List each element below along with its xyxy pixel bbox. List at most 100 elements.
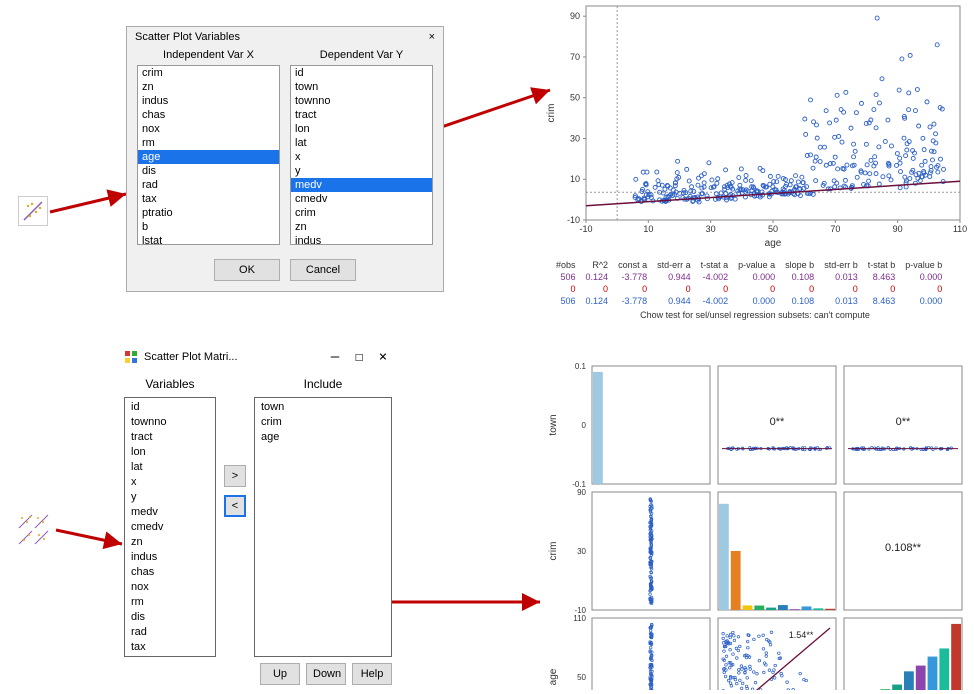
svg-text:-10: -10	[567, 215, 580, 225]
list-item[interactable]: zn	[291, 220, 432, 234]
list-item[interactable]: indus	[138, 94, 279, 108]
svg-text:50: 50	[570, 93, 580, 103]
ok-button[interactable]: OK	[214, 259, 280, 281]
svg-text:50: 50	[577, 673, 586, 682]
list-item[interactable]: indus	[131, 550, 209, 565]
list-item[interactable]: crim	[138, 66, 279, 80]
list-item[interactable]: nox	[138, 122, 279, 136]
dialog-title: Scatter Plot Variables	[135, 31, 240, 43]
list-item[interactable]: medv	[131, 505, 209, 520]
list-item[interactable]: lon	[291, 122, 432, 136]
list-item[interactable]: cmedv	[291, 192, 432, 206]
svg-text:0**: 0**	[896, 416, 911, 428]
independent-var-label: Independent Var X	[137, 47, 280, 65]
scatter-tool-icon[interactable]	[18, 196, 48, 226]
svg-text:90: 90	[577, 488, 586, 497]
list-item[interactable]: townno	[131, 415, 209, 430]
include-listbox[interactable]: towncrimage	[254, 397, 392, 657]
regression-stats-table: #obsR^2const astd-err at-stat ap-value a…	[550, 258, 948, 308]
list-item[interactable]: y	[131, 490, 209, 505]
list-item[interactable]: lat	[131, 460, 209, 475]
list-item[interactable]: tax	[131, 640, 209, 655]
list-item[interactable]: x	[131, 475, 209, 490]
arrow-icon	[380, 582, 550, 622]
arrow-icon	[46, 186, 136, 226]
independent-var-listbox[interactable]: crimzninduschasnoxrmagedisradtaxptratiob…	[137, 65, 280, 245]
chow-test-note: Chow test for sel/unsel regression subse…	[540, 310, 970, 320]
list-item[interactable]: age	[138, 150, 279, 164]
scatter-matrix-tool-icon[interactable]	[18, 514, 50, 546]
move-right-button[interactable]: >	[224, 465, 246, 487]
list-item[interactable]: ptratio	[131, 655, 209, 657]
list-item[interactable]: chas	[138, 108, 279, 122]
up-button[interactable]: Up	[260, 663, 300, 685]
cancel-button[interactable]: Cancel	[290, 259, 356, 281]
list-item[interactable]: cmedv	[131, 520, 209, 535]
svg-text:age: age	[765, 238, 782, 249]
minimize-icon[interactable]: —	[326, 349, 344, 365]
svg-text:110: 110	[953, 224, 967, 234]
svg-text:70: 70	[570, 52, 580, 62]
down-button[interactable]: Down	[306, 663, 346, 685]
list-item[interactable]: b	[138, 220, 279, 234]
list-item[interactable]: tax	[138, 192, 279, 206]
list-item[interactable]: lat	[291, 136, 432, 150]
list-item[interactable]: lstat	[138, 234, 279, 245]
svg-text:30: 30	[577, 547, 586, 556]
list-item[interactable]: crim	[261, 415, 385, 430]
svg-text:age: age	[548, 668, 559, 685]
list-item[interactable]: dis	[138, 164, 279, 178]
svg-text:1.54**: 1.54**	[789, 630, 814, 640]
svg-text:0**: 0**	[770, 416, 785, 428]
list-item[interactable]: y	[291, 164, 432, 178]
close-icon[interactable]: ×	[429, 31, 435, 43]
list-item[interactable]: tract	[291, 108, 432, 122]
svg-text:crim: crim	[548, 542, 559, 561]
svg-text:-10: -10	[579, 224, 592, 234]
list-item[interactable]: rm	[138, 136, 279, 150]
dialog-title: Scatter Plot Matri...	[144, 351, 238, 363]
scatter-plot-variables-dialog: Scatter Plot Variables × Independent Var…	[126, 26, 444, 292]
list-item[interactable]: dis	[131, 610, 209, 625]
scatter-plot-matrix-dialog: Scatter Plot Matri... — ☐ × Variables id…	[118, 345, 398, 691]
list-item[interactable]: x	[291, 150, 432, 164]
variables-listbox[interactable]: idtownnotractlonlatxymedvcmedvzninduscha…	[124, 397, 216, 657]
list-item[interactable]: town	[291, 80, 432, 94]
list-item[interactable]: rad	[131, 625, 209, 640]
list-item[interactable]: crim	[291, 206, 432, 220]
scatter-plot-matrix: 0**0**town-0.100.10.108**crim-1030901.54…	[540, 360, 970, 690]
list-item[interactable]: zn	[138, 80, 279, 94]
svg-text:90: 90	[570, 11, 580, 21]
svg-text:0: 0	[582, 421, 587, 430]
list-item[interactable]: nox	[131, 580, 209, 595]
dependent-var-listbox[interactable]: idtowntownnotractlonlatxymedvcmedvcrimzn…	[290, 65, 433, 245]
include-label: Include	[254, 375, 392, 397]
help-button[interactable]: Help	[352, 663, 392, 685]
svg-text:110: 110	[573, 614, 586, 623]
svg-text:10: 10	[643, 224, 653, 234]
list-item[interactable]: lon	[131, 445, 209, 460]
svg-text:0.1: 0.1	[575, 362, 587, 371]
list-item[interactable]: rad	[138, 178, 279, 192]
svg-text:50: 50	[768, 224, 778, 234]
list-item[interactable]: rm	[131, 595, 209, 610]
svg-text:crim: crim	[546, 104, 557, 123]
close-icon[interactable]: ×	[374, 349, 392, 365]
list-item[interactable]: indus	[291, 234, 432, 245]
list-item[interactable]: townno	[291, 94, 432, 108]
list-item[interactable]: tract	[131, 430, 209, 445]
scatter-plot-crim-vs-age: -101030507090110-101030507090agecrim #ob…	[540, 0, 970, 340]
list-item[interactable]: age	[261, 430, 385, 445]
svg-text:town: town	[548, 414, 559, 435]
list-item[interactable]: medv	[291, 178, 432, 192]
svg-text:30: 30	[570, 133, 580, 143]
list-item[interactable]: zn	[131, 535, 209, 550]
list-item[interactable]: ptratio	[138, 206, 279, 220]
list-item[interactable]: id	[291, 66, 432, 80]
list-item[interactable]: chas	[131, 565, 209, 580]
list-item[interactable]: town	[261, 400, 385, 415]
move-left-button[interactable]: <	[224, 495, 246, 517]
maximize-icon[interactable]: ☐	[350, 349, 368, 365]
svg-text:70: 70	[830, 224, 840, 234]
list-item[interactable]: id	[131, 400, 209, 415]
